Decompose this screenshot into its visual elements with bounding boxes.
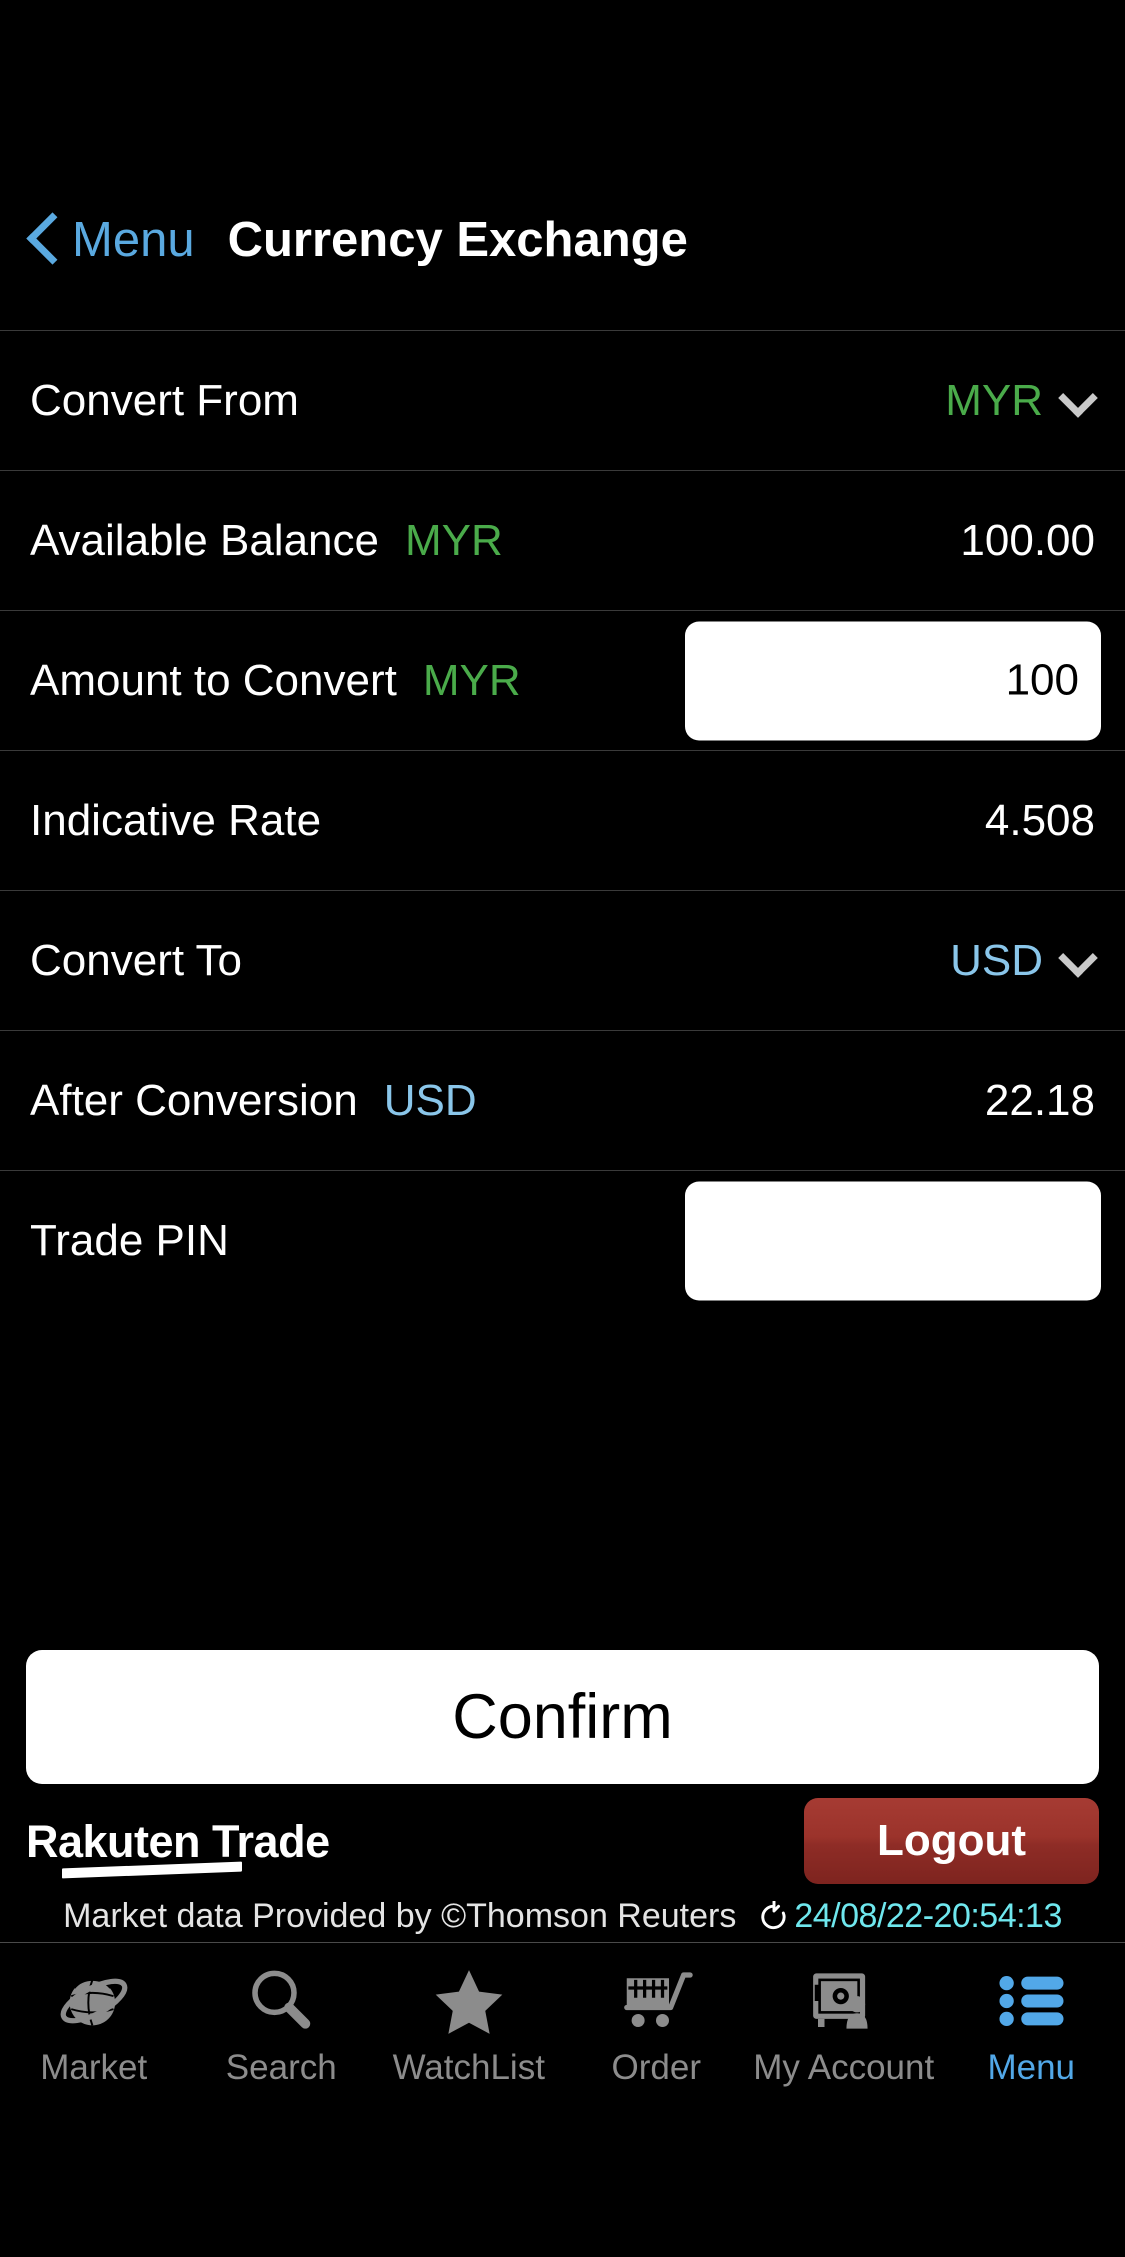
list-icon (988, 1958, 1074, 2044)
tab-label: My Account (753, 2048, 935, 2087)
app-screen: Menu Currency Exchange Convert From MYR … (0, 0, 1125, 2257)
row-label: Convert From (30, 375, 299, 425)
row-label: Trade PIN (30, 1216, 229, 1265)
market-data-timestamp: 24/08/22-20:54:13 (794, 1897, 1062, 1935)
row-amount-to-convert: Amount to Convert MYR (0, 611, 1125, 751)
tab-menu[interactable]: Menu (938, 1944, 1125, 2085)
convert-to-select[interactable]: USD (950, 935, 1095, 985)
page-header: Menu Currency Exchange (0, 150, 1125, 330)
brand-name: Rakuten Trade (26, 1815, 330, 1867)
tab-watchlist[interactable]: WatchList (375, 1944, 563, 2085)
amount-to-convert-currency: MYR (422, 655, 521, 705)
tab-search[interactable]: Search (188, 1944, 376, 2085)
globe-icon (51, 1958, 137, 2044)
confirm-button-container: Confirm (0, 1650, 1125, 1784)
refresh-icon[interactable] (758, 1900, 790, 1933)
page-title: Currency Exchange (227, 212, 688, 267)
after-conversion-value: 22.18 (984, 1075, 1095, 1125)
row-indicative-rate: Indicative Rate 4.508 (0, 751, 1125, 891)
back-button-label: Menu (72, 212, 195, 267)
market-data-strip: Market data Provided by ©Thomson Reuters… (0, 1891, 1125, 1943)
brand-bar: Rakuten Trade Logout (0, 1798, 1125, 1884)
tab-my-account[interactable]: My Account (750, 1944, 938, 2085)
trade-pin-input[interactable] (685, 1181, 1101, 1301)
search-icon (238, 1958, 324, 2044)
tab-order[interactable]: Order (563, 1944, 751, 2085)
row-trade-pin: Trade PIN (0, 1171, 1125, 1311)
tab-label: Menu (987, 2048, 1076, 2087)
tab-market[interactable]: Market (0, 1944, 188, 2085)
convert-from-value: MYR (945, 375, 1043, 425)
confirm-button[interactable]: Confirm (26, 1650, 1099, 1784)
currency-exchange-form: Convert From MYR Available Balance MYR 1… (0, 330, 1125, 1311)
available-balance-right: 100.00 (960, 515, 1095, 565)
tab-label: Market (40, 2048, 148, 2087)
convert-from-select[interactable]: MYR (945, 375, 1095, 425)
row-after-conversion: After Conversion USD 22.18 (0, 1031, 1125, 1171)
after-conversion-right: 22.18 (984, 1075, 1095, 1125)
market-data-provider-text: Market data Provided by ©Thomson Reuters (63, 1897, 737, 1935)
indicative-rate-right: 4.508 (984, 795, 1095, 845)
bottom-tab-bar: Market Search WatchList Order My Account… (0, 1944, 1125, 2120)
available-balance-currency: MYR (405, 515, 503, 565)
available-balance-value: 100.00 (960, 515, 1095, 565)
back-to-menu-button[interactable]: Menu (26, 212, 195, 268)
row-label: After Conversion (30, 1075, 358, 1125)
chevron-down-icon (1061, 384, 1095, 418)
cart-icon (613, 1958, 699, 2044)
row-label: Amount to Convert (30, 655, 397, 705)
tab-label: Order (611, 2048, 701, 2087)
status-bar-spacer (0, 0, 1125, 150)
tab-label: Search (225, 2048, 337, 2087)
chevron-left-icon (26, 212, 60, 268)
row-available-balance: Available Balance MYR 100.00 (0, 471, 1125, 611)
rakuten-trade-logo: Rakuten Trade (26, 1815, 330, 1878)
star-icon (426, 1958, 512, 2044)
row-label: Convert To (30, 935, 242, 985)
logout-button[interactable]: Logout (804, 1798, 1099, 1884)
row-label: Available Balance (30, 515, 379, 565)
chevron-down-icon (1061, 944, 1095, 978)
row-convert-to[interactable]: Convert To USD (0, 891, 1125, 1031)
convert-to-value: USD (950, 935, 1043, 985)
indicative-rate-value: 4.508 (984, 795, 1095, 845)
row-label: Indicative Rate (30, 795, 322, 845)
amount-to-convert-input[interactable] (685, 621, 1101, 740)
row-convert-from[interactable]: Convert From MYR (0, 331, 1125, 471)
tab-label: WatchList (392, 2048, 545, 2087)
after-conversion-currency: USD (383, 1075, 477, 1125)
safe-icon (801, 1958, 887, 2044)
